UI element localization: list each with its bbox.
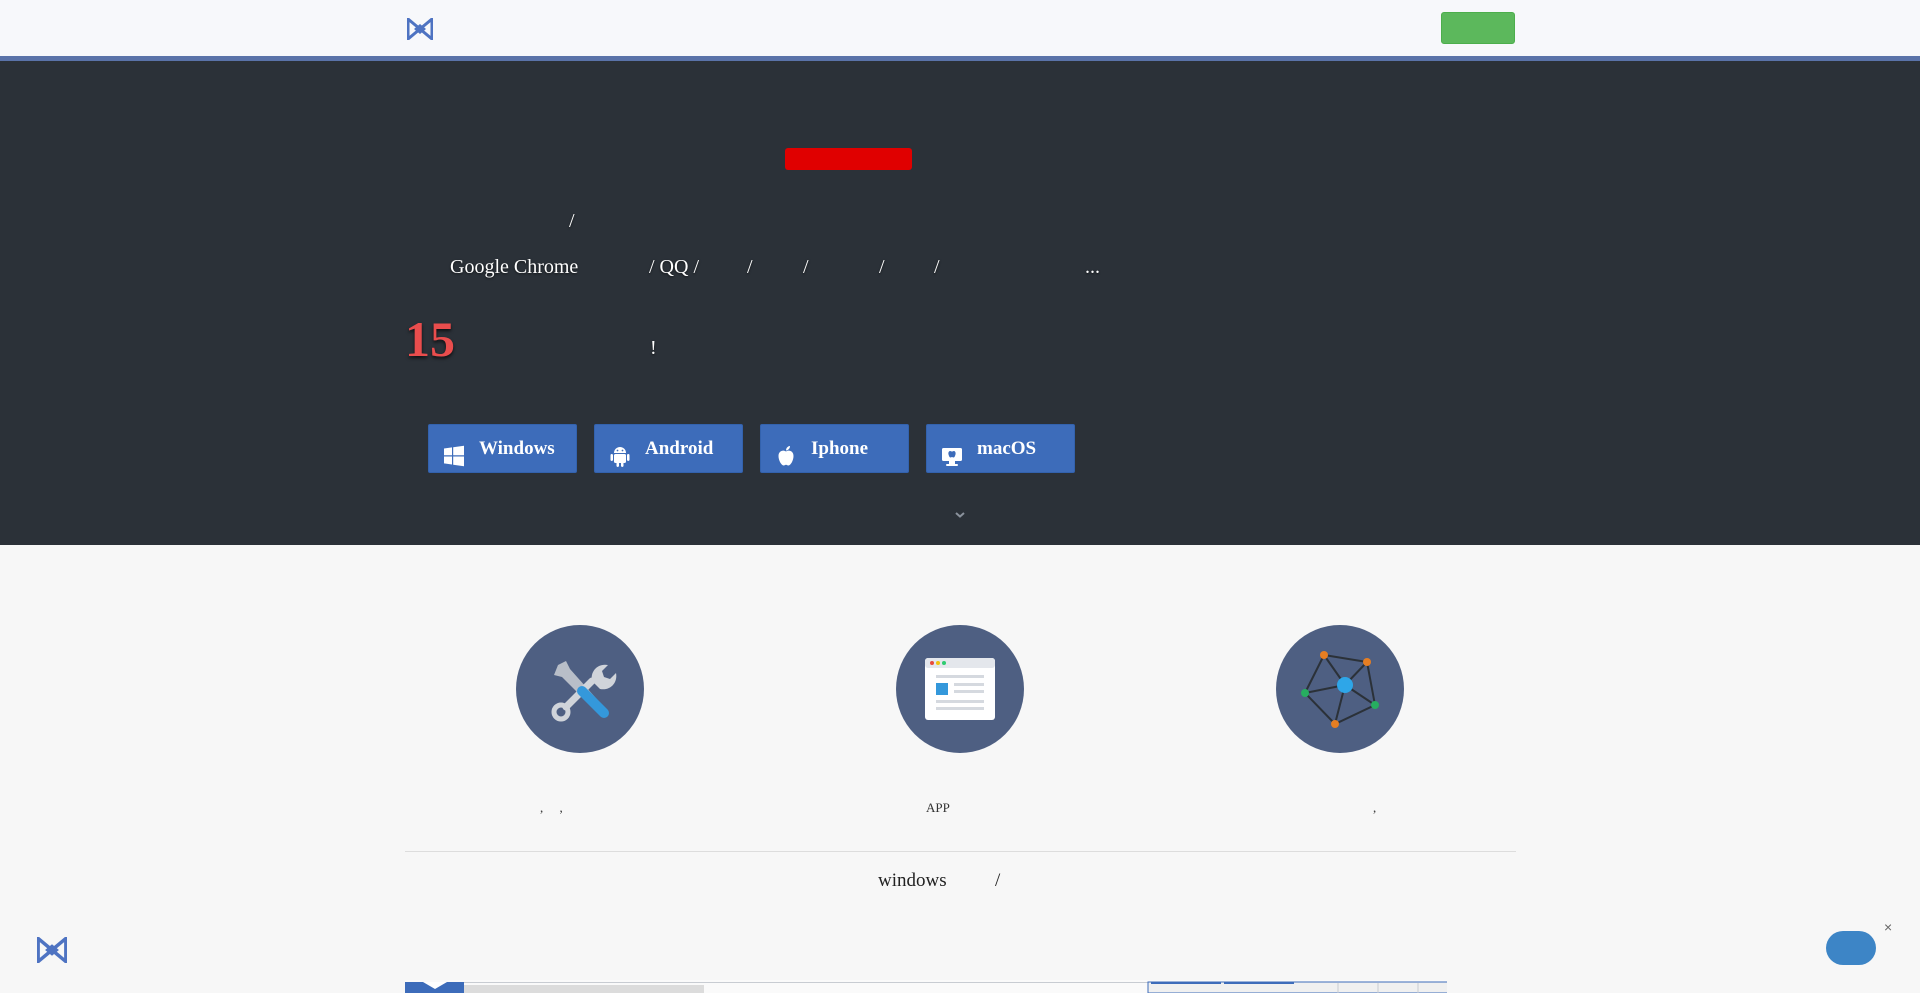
feature-text-tools: , , <box>540 800 563 815</box>
bowtie-logo-icon[interactable] <box>37 937 67 963</box>
feature-text-network: , <box>1373 800 1377 815</box>
chat-bubble-icon[interactable] <box>1826 931 1876 965</box>
separator: / <box>934 256 940 278</box>
section-title-separator: / <box>995 870 1001 891</box>
separator: / <box>879 256 885 278</box>
download-iphone-button[interactable]: Iphone <box>760 424 909 473</box>
separator: / <box>747 256 753 278</box>
app-window-icon <box>896 625 1024 753</box>
bowtie-logo-icon[interactable] <box>407 18 433 40</box>
android-icon <box>609 438 631 467</box>
download-windows-label: Windows <box>479 438 555 459</box>
separator: / <box>803 256 809 278</box>
download-android-label: Android <box>645 438 714 459</box>
app-name-qq: / QQ / <box>649 256 699 278</box>
hero-exclamation: ! <box>650 337 657 359</box>
top-navbar <box>0 0 1920 61</box>
download-macos-button[interactable]: macOS <box>926 424 1075 473</box>
download-android-button[interactable]: Android <box>594 424 743 473</box>
apple-icon <box>775 438 797 466</box>
network-icon <box>1276 625 1404 753</box>
section-title-windows: windows <box>878 870 947 891</box>
windows-icon <box>443 438 465 467</box>
hero-headline: / <box>569 210 575 232</box>
section-divider <box>405 851 1516 852</box>
macos-icon <box>941 438 963 466</box>
app-name-chrome: Google Chrome <box>450 256 579 278</box>
ellipsis: ... <box>1085 256 1100 278</box>
chevron-down-icon[interactable] <box>951 508 969 522</box>
download-macos-label: macOS <box>977 438 1037 459</box>
app-preview-screenshot <box>405 980 1447 993</box>
hero-badge <box>785 148 912 170</box>
feature-text-app: APP <box>926 800 950 815</box>
download-windows-button[interactable]: Windows <box>428 424 577 473</box>
hero-highlight-number: 15 <box>405 311 455 367</box>
login-button[interactable] <box>1441 12 1515 44</box>
download-iphone-label: Iphone <box>811 438 869 459</box>
tools-icon <box>516 625 644 753</box>
close-icon[interactable]: × <box>1884 919 1892 935</box>
